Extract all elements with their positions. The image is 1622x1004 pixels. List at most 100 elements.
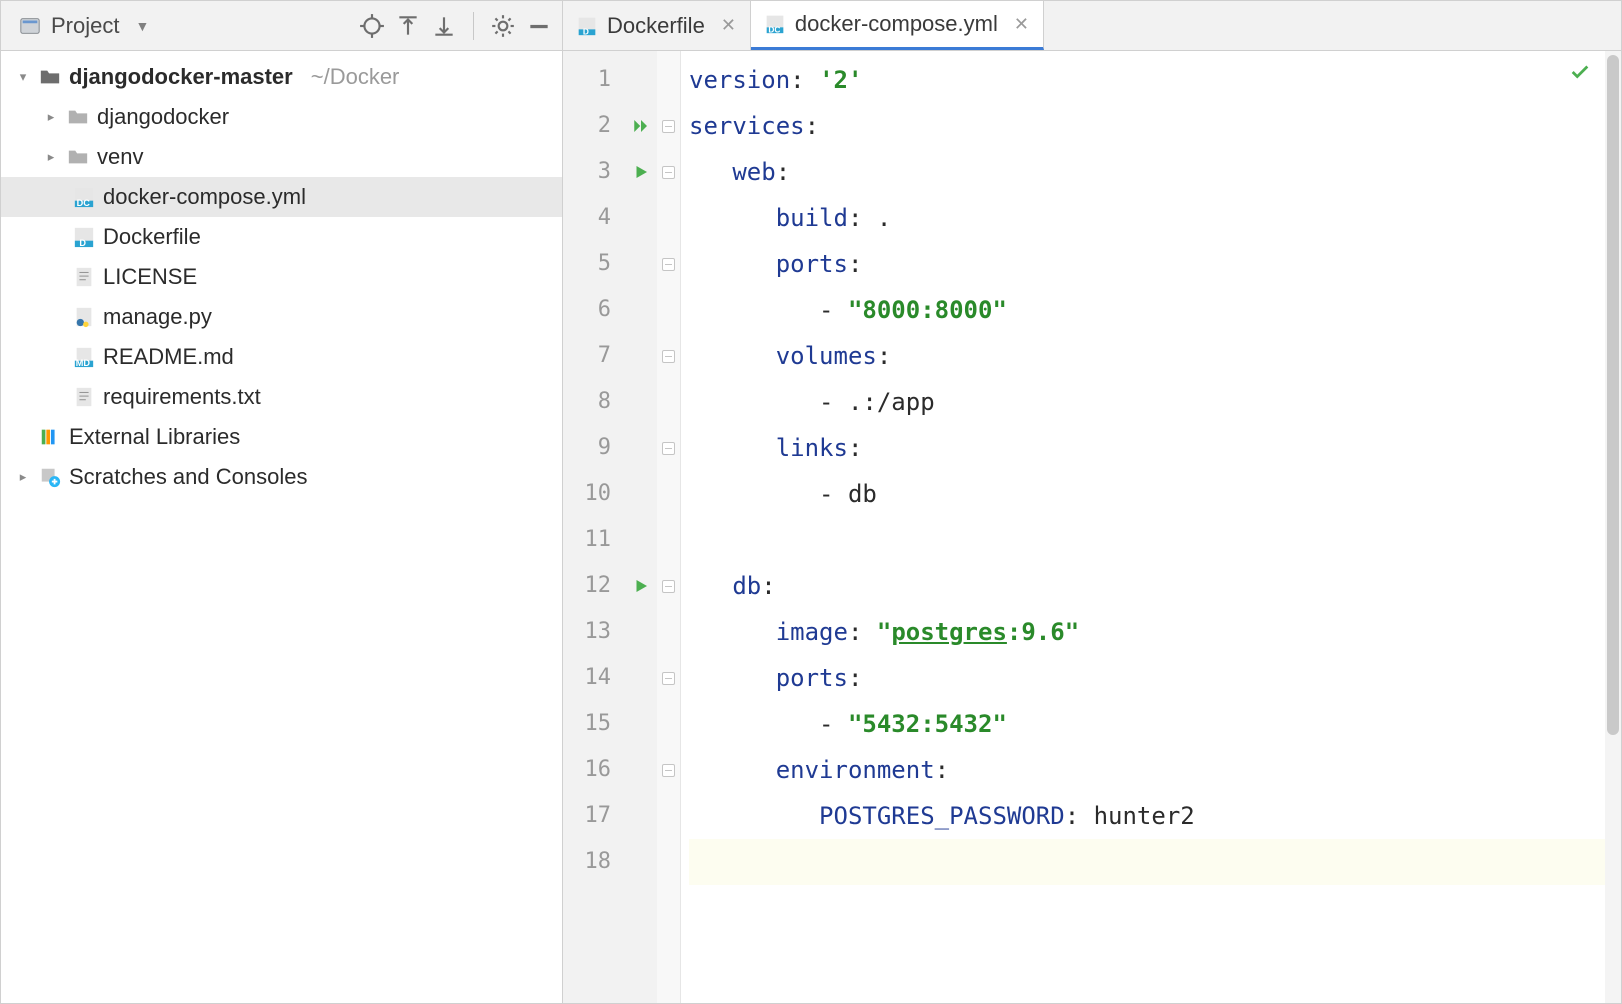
fold-toggle-icon[interactable] (662, 442, 675, 455)
code-line[interactable]: links: (689, 425, 1605, 471)
fold-gutter-cell[interactable] (657, 425, 680, 471)
code-line[interactable]: build: . (689, 195, 1605, 241)
code-line[interactable]: - "5432:5432" (689, 701, 1605, 747)
tree-scratches[interactable]: ▸ Scratches and Consoles (1, 457, 562, 497)
run-gutter-cell (625, 333, 657, 379)
tree-file-license[interactable]: LICENSE (1, 257, 562, 297)
line-number: 4 (563, 195, 625, 241)
tree-item-label: manage.py (103, 304, 212, 330)
editor-tab-docker-compose[interactable]: DC docker-compose.yml ✕ (751, 1, 1044, 50)
run-icon[interactable] (632, 163, 650, 181)
fold-toggle-icon[interactable] (662, 350, 675, 363)
chevron-right-icon: ▸ (15, 469, 31, 485)
tree-item-label: requirements.txt (103, 384, 261, 410)
tree-folder[interactable]: ▸ djangodocker (1, 97, 562, 137)
tree-file-docker-compose[interactable]: DC docker-compose.yml (1, 177, 562, 217)
code-editor[interactable]: 123456789101112131415161718 version: '2'… (563, 51, 1621, 1003)
code-line[interactable] (689, 517, 1605, 563)
inspection-ok-icon[interactable] (1569, 61, 1591, 83)
code-line[interactable]: environment: (689, 747, 1605, 793)
run-gutter-cell[interactable] (625, 563, 657, 609)
expand-all-icon[interactable] (395, 13, 421, 39)
tree-file-dockerfile[interactable]: D Dockerfile (1, 217, 562, 257)
code-line[interactable]: version: '2' (689, 57, 1605, 103)
tree-external-libraries[interactable]: ▸ External Libraries (1, 417, 562, 457)
code-line[interactable]: ports: (689, 655, 1605, 701)
tree-item-label: README.md (103, 344, 234, 370)
fold-toggle-icon[interactable] (662, 672, 675, 685)
close-icon[interactable]: ✕ (721, 15, 736, 36)
code-content[interactable]: version: '2'services: web: build: . port… (681, 51, 1605, 1003)
svg-text:D: D (79, 238, 86, 248)
scratches-icon (39, 466, 61, 488)
fold-gutter-cell (657, 379, 680, 425)
docker-compose-icon: DC (765, 14, 785, 34)
project-tree[interactable]: ▾ djangodocker-master ~/Docker ▸ djangod… (1, 51, 562, 1003)
close-icon[interactable]: ✕ (1014, 14, 1029, 35)
run-gutter (625, 51, 657, 1003)
code-line[interactable]: db: (689, 563, 1605, 609)
fold-gutter-cell (657, 287, 680, 333)
code-line[interactable]: - db (689, 471, 1605, 517)
folder-icon (39, 66, 61, 88)
tree-file-readme[interactable]: MD README.md (1, 337, 562, 377)
code-line[interactable]: image: "postgres:9.6" (689, 609, 1605, 655)
tree-file-requirements[interactable]: requirements.txt (1, 377, 562, 417)
toolbar-separator (473, 12, 474, 40)
line-number: 1 (563, 57, 625, 103)
code-line[interactable]: services: (689, 103, 1605, 149)
tree-folder[interactable]: ▸ venv (1, 137, 562, 177)
fold-gutter-cell[interactable] (657, 149, 680, 195)
line-number: 2 (563, 103, 625, 149)
minimize-icon[interactable] (526, 13, 552, 39)
editor-tab-dockerfile[interactable]: D Dockerfile ✕ (563, 1, 751, 50)
code-line[interactable] (689, 839, 1605, 885)
locate-icon[interactable] (359, 13, 385, 39)
fold-gutter-cell[interactable] (657, 241, 680, 287)
fold-gutter-cell (657, 195, 680, 241)
vertical-scrollbar[interactable] (1605, 51, 1621, 1003)
fold-gutter-cell[interactable] (657, 333, 680, 379)
fold-gutter-cell[interactable] (657, 655, 680, 701)
editor-tab-label: Dockerfile (607, 13, 705, 39)
tree-item-label: External Libraries (69, 424, 240, 450)
run-gutter-cell[interactable] (625, 103, 657, 149)
scrollbar-thumb[interactable] (1607, 55, 1619, 735)
tree-item-label: docker-compose.yml (103, 184, 306, 210)
line-number: 5 (563, 241, 625, 287)
code-line[interactable]: - .:/app (689, 379, 1605, 425)
project-view-selector[interactable]: Project ▼ (19, 13, 149, 39)
gear-icon[interactable] (490, 13, 516, 39)
code-line[interactable]: ports: (689, 241, 1605, 287)
dockerfile-icon: D (73, 226, 95, 248)
code-line[interactable]: volumes: (689, 333, 1605, 379)
fold-gutter-cell (657, 839, 680, 885)
run-all-icon[interactable] (632, 117, 650, 135)
code-line[interactable]: web: (689, 149, 1605, 195)
tree-file-manage-py[interactable]: manage.py (1, 297, 562, 337)
code-line[interactable]: POSTGRES_PASSWORD: hunter2 (689, 793, 1605, 839)
fold-toggle-icon[interactable] (662, 166, 675, 179)
fold-gutter-cell[interactable] (657, 747, 680, 793)
line-number: 15 (563, 701, 625, 747)
editor-pane: D Dockerfile ✕ DC docker-compose.yml ✕ 1… (563, 1, 1621, 1003)
svg-text:MD: MD (76, 358, 91, 368)
fold-gutter-cell[interactable] (657, 563, 680, 609)
fold-toggle-icon[interactable] (662, 580, 675, 593)
fold-toggle-icon[interactable] (662, 258, 675, 271)
tree-root-path: ~/Docker (311, 64, 400, 90)
fold-gutter-cell[interactable] (657, 103, 680, 149)
fold-gutter-cell (657, 517, 680, 563)
tree-item-label: venv (97, 144, 143, 170)
fold-toggle-icon[interactable] (662, 764, 675, 777)
code-line[interactable]: - "8000:8000" (689, 287, 1605, 333)
line-number: 11 (563, 517, 625, 563)
sidebar-toolbar: Project ▼ (1, 1, 562, 51)
line-number-gutter: 123456789101112131415161718 (563, 51, 625, 1003)
fold-toggle-icon[interactable] (662, 120, 675, 133)
text-file-icon (73, 266, 95, 288)
run-gutter-cell[interactable] (625, 149, 657, 195)
tree-root[interactable]: ▾ djangodocker-master ~/Docker (1, 57, 562, 97)
run-icon[interactable] (632, 577, 650, 595)
collapse-all-icon[interactable] (431, 13, 457, 39)
